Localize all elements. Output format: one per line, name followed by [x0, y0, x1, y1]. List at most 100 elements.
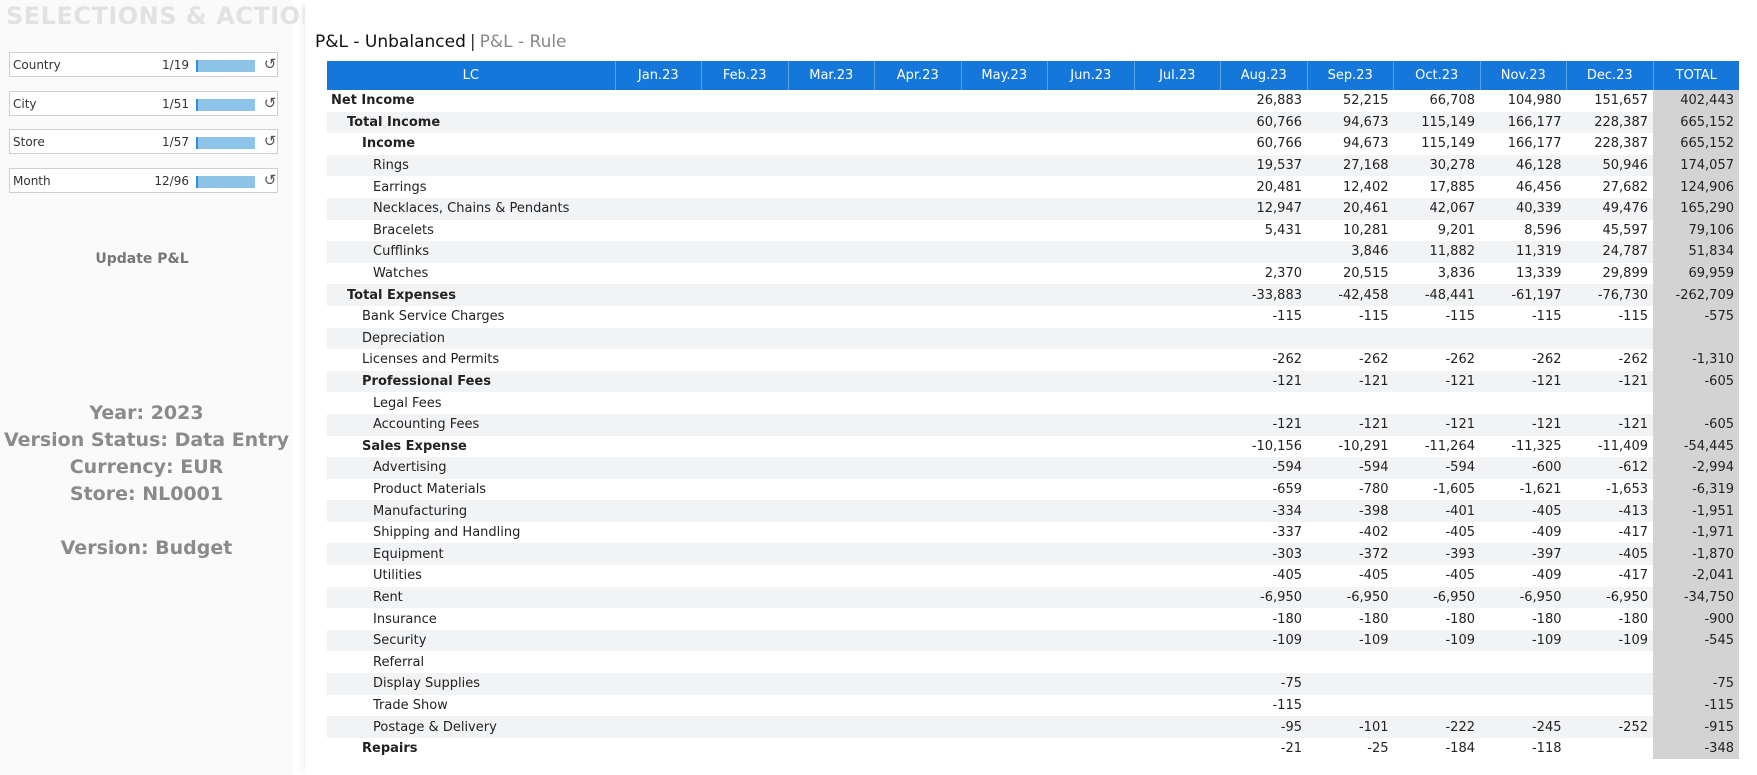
value-cell[interactable] [615, 197, 702, 220]
total-cell[interactable]: -545 [1653, 629, 1739, 652]
value-cell[interactable]: -109 [1220, 629, 1307, 652]
value-cell[interactable]: -6,950 [1566, 586, 1653, 609]
value-cell[interactable] [1567, 695, 1654, 717]
value-cell[interactable] [875, 738, 962, 760]
total-cell[interactable]: -1,951 [1653, 500, 1739, 522]
table-row[interactable]: Repairs -21 -25 -184 -118 -348 [327, 737, 1739, 760]
value-cell[interactable] [1480, 651, 1567, 673]
table-row[interactable]: Cufflinks 3,846 11,882 11,319 24,787 51,834 [327, 241, 1739, 263]
value-cell[interactable] [1566, 673, 1653, 695]
value-cell[interactable] [1048, 522, 1135, 544]
value-cell[interactable] [701, 413, 788, 436]
value-cell[interactable] [1221, 392, 1308, 414]
value-cell[interactable]: -594 [1307, 457, 1394, 479]
table-row[interactable]: Rings 19,537 27,168 30,278 46,128 50,946 174,0… [327, 154, 1739, 177]
total-cell[interactable]: -605 [1653, 413, 1739, 436]
value-cell[interactable] [1134, 629, 1221, 652]
column-header[interactable]: Sep.23 [1307, 61, 1394, 90]
value-cell[interactable] [875, 176, 962, 198]
table-row[interactable]: Income 60,766 94,673 115,149 166,177 228,387 6… [327, 133, 1739, 155]
total-cell[interactable]: 79,106 [1653, 219, 1739, 242]
value-cell[interactable] [874, 457, 961, 479]
total-cell[interactable] [1653, 651, 1739, 674]
value-cell[interactable] [1134, 90, 1221, 112]
value-cell[interactable] [615, 608, 702, 630]
value-cell[interactable] [961, 413, 1048, 436]
value-cell[interactable] [615, 738, 702, 760]
value-cell[interactable] [875, 608, 962, 630]
value-cell[interactable] [788, 154, 875, 177]
value-cell[interactable]: 94,673 [1307, 133, 1394, 155]
value-cell[interactable]: -372 [1307, 543, 1394, 566]
reset-icon[interactable]: ↺ [262, 170, 278, 190]
value-cell[interactable] [615, 651, 702, 673]
value-cell[interactable] [1307, 673, 1394, 695]
value-cell[interactable] [788, 111, 875, 134]
value-cell[interactable] [961, 629, 1048, 652]
total-cell[interactable]: -900 [1653, 608, 1739, 630]
value-cell[interactable]: -101 [1307, 716, 1394, 738]
value-cell[interactable] [961, 586, 1048, 609]
value-cell[interactable]: -780 [1307, 479, 1394, 501]
value-cell[interactable]: 13,339 [1480, 263, 1567, 285]
value-cell[interactable] [874, 413, 961, 436]
value-cell[interactable] [1134, 738, 1221, 760]
value-cell[interactable]: -48,441 [1393, 284, 1480, 306]
value-cell[interactable] [615, 176, 702, 198]
store-selector[interactable]: Store 1/57 ↺ [9, 129, 278, 154]
value-cell[interactable] [701, 327, 788, 350]
value-cell[interactable]: -1,653 [1567, 479, 1654, 501]
column-header[interactable]: Jul.23 [1134, 61, 1221, 90]
value-cell[interactable] [1307, 327, 1394, 350]
total-cell[interactable]: -1,870 [1653, 543, 1739, 566]
value-cell[interactable] [702, 695, 789, 717]
value-cell[interactable] [961, 220, 1048, 242]
total-cell[interactable]: 165,290 [1653, 197, 1739, 220]
table-row[interactable]: Insurance -180 -180 -180 -180 -180 -900 [327, 608, 1739, 630]
value-cell[interactable]: -121 [1220, 370, 1307, 393]
update-pl-button[interactable]: Update P&L [72, 247, 212, 271]
value-cell[interactable] [615, 629, 702, 652]
table-row[interactable]: Equipment -303 -372 -393 -397 -405 -1,870 [327, 543, 1739, 566]
value-cell[interactable] [702, 133, 789, 155]
table-row[interactable]: Referral [327, 651, 1739, 674]
value-cell[interactable] [1567, 738, 1654, 760]
value-cell[interactable]: -405 [1307, 565, 1394, 587]
value-cell[interactable]: -115 [1567, 306, 1654, 328]
value-cell[interactable] [615, 695, 702, 717]
value-cell[interactable]: -121 [1393, 370, 1480, 393]
value-cell[interactable]: -42,458 [1307, 284, 1394, 306]
value-cell[interactable]: -109 [1480, 629, 1567, 652]
value-cell[interactable] [788, 565, 875, 587]
table-row[interactable]: Licenses and Permits -262 -262 -262 -262 -262… [327, 349, 1739, 371]
table-row[interactable]: Trade Show -115 -115 [327, 694, 1739, 717]
value-cell[interactable] [1134, 716, 1221, 738]
value-cell[interactable]: 42,067 [1393, 197, 1480, 220]
value-cell[interactable] [615, 263, 702, 285]
total-cell[interactable]: -75 [1653, 673, 1739, 695]
value-cell[interactable] [788, 392, 875, 414]
value-cell[interactable] [1134, 436, 1221, 458]
value-cell[interactable]: 228,387 [1566, 111, 1653, 134]
country-selector[interactable]: Country 1/19 ↺ [9, 52, 278, 77]
value-cell[interactable] [701, 586, 788, 609]
value-cell[interactable] [1134, 565, 1221, 587]
column-header[interactable]: Apr.23 [874, 61, 962, 90]
value-cell[interactable]: -405 [1394, 565, 1481, 587]
value-cell[interactable] [702, 436, 789, 458]
value-cell[interactable] [1134, 241, 1221, 263]
value-cell[interactable] [615, 241, 702, 263]
value-cell[interactable]: -11,325 [1480, 436, 1567, 458]
value-cell[interactable]: -600 [1480, 457, 1567, 479]
value-cell[interactable]: -11,264 [1394, 436, 1481, 458]
value-cell[interactable]: -180 [1221, 608, 1308, 630]
value-cell[interactable] [702, 738, 789, 760]
value-cell[interactable]: 29,899 [1567, 263, 1654, 285]
value-cell[interactable] [1047, 673, 1134, 695]
value-cell[interactable] [615, 349, 702, 371]
value-cell[interactable] [1134, 176, 1221, 198]
value-cell[interactable] [1134, 673, 1221, 695]
value-cell[interactable]: 8,596 [1480, 220, 1567, 242]
value-cell[interactable]: 2,370 [1221, 263, 1308, 285]
value-cell[interactable] [961, 500, 1048, 522]
